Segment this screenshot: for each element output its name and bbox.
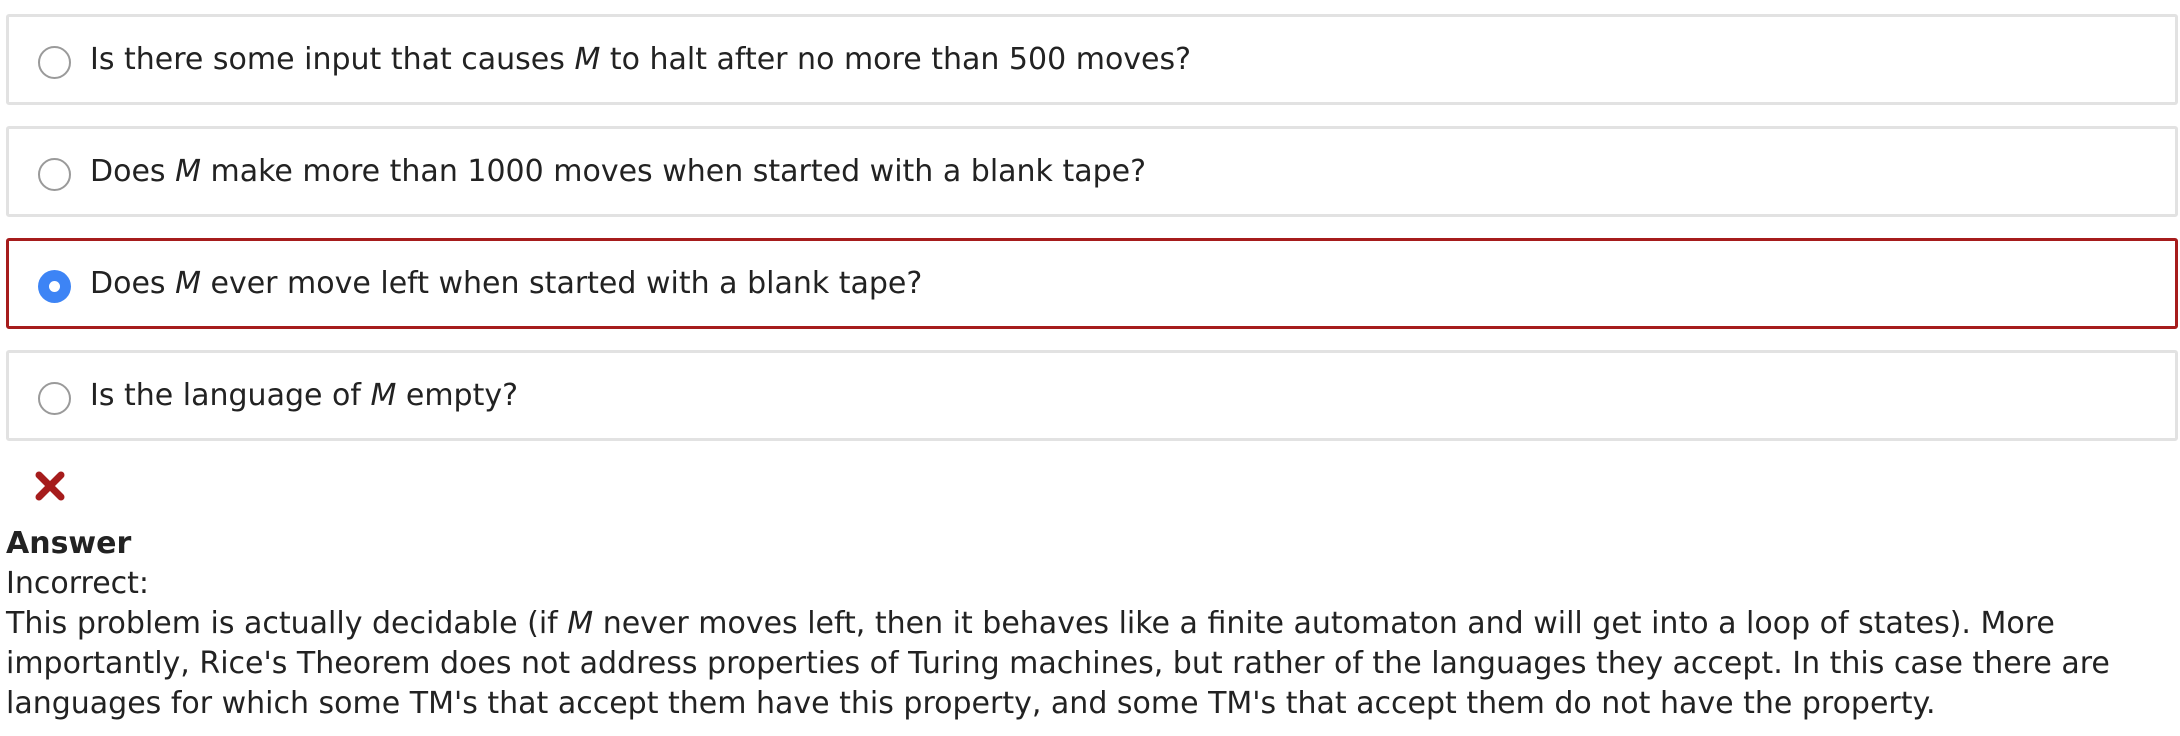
option-2-text: Does M make more than 1000 moves when st… <box>90 153 1147 189</box>
radio-button-1[interactable] <box>38 46 71 79</box>
option-1-text: Is there some input that causes M to hal… <box>90 41 1192 77</box>
answer-options: Is there some input that causes M to hal… <box>6 14 2178 462</box>
radio-button-4[interactable] <box>38 382 71 415</box>
answer-explanation: This problem is actually decidable (if M… <box>6 606 2110 721</box>
answer-section: Answer Incorrect: This problem is actual… <box>6 524 2166 724</box>
answer-title: Answer <box>6 526 132 561</box>
option-3[interactable]: Does M ever move left when started with … <box>6 238 2178 329</box>
option-3-text: Does M ever move left when started with … <box>90 265 923 301</box>
option-4[interactable]: Is the language of M empty? <box>6 350 2178 441</box>
radio-button-3[interactable] <box>38 270 71 303</box>
option-4-text: Is the language of M empty? <box>90 377 519 413</box>
option-1[interactable]: Is there some input that causes M to hal… <box>6 14 2178 105</box>
x-icon <box>32 468 68 504</box>
option-2[interactable]: Does M make more than 1000 moves when st… <box>6 126 2178 217</box>
answer-status: Incorrect: <box>6 566 150 601</box>
radio-button-2[interactable] <box>38 158 71 191</box>
